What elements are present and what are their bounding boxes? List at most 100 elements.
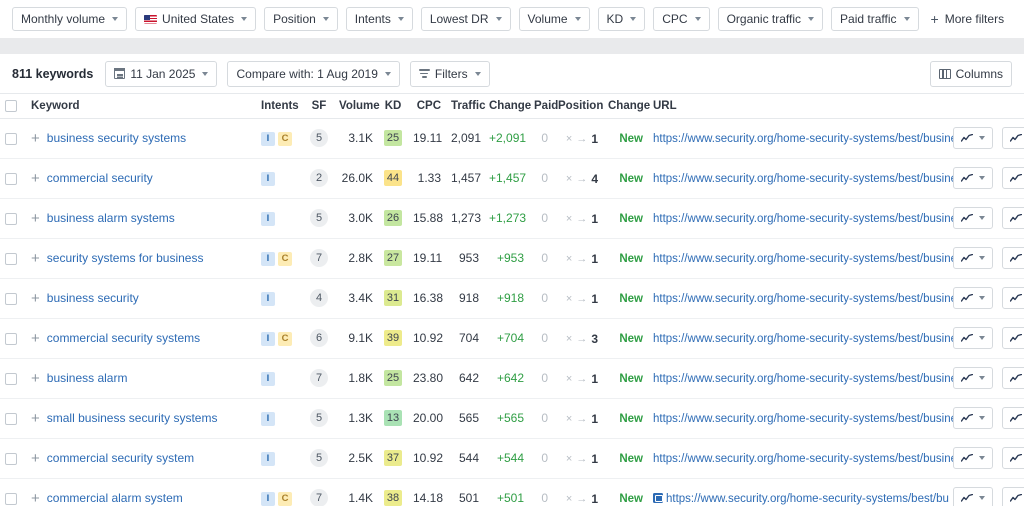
intent-badge-i[interactable]: I — [261, 331, 275, 346]
url-link[interactable]: https://www.security.org/home-security-s… — [653, 413, 972, 425]
keyword-link[interactable]: commercial security systems — [47, 331, 200, 345]
row-checkbox[interactable] — [5, 292, 17, 305]
sf-value[interactable]: 5 — [310, 129, 328, 147]
add-keyword-icon[interactable]: + — [31, 211, 40, 226]
serp-trend-button[interactable] — [953, 487, 993, 506]
more-filters-button[interactable]: + More filters — [927, 7, 1009, 31]
header-sf[interactable]: SF — [304, 94, 334, 119]
intent-badge-i[interactable]: I — [261, 251, 275, 266]
sf-value[interactable]: 5 — [310, 209, 328, 227]
columns-button[interactable]: Columns — [929, 60, 1012, 87]
intent-badge-i[interactable]: I — [261, 171, 275, 186]
url-link[interactable]: https://www.security.org/home-security-s… — [666, 493, 949, 505]
keyword-link[interactable]: commercial security system — [47, 451, 194, 465]
add-keyword-icon[interactable]: + — [31, 251, 40, 266]
intent-badge-i[interactable]: I — [261, 371, 275, 386]
url-link[interactable]: https://www.security.org/home-security-s… — [653, 213, 972, 225]
header-kd[interactable]: KD — [378, 94, 408, 119]
sf-value[interactable]: 2 — [310, 169, 328, 187]
intent-badge-i[interactable]: I — [261, 491, 275, 506]
row-select-cell[interactable] — [0, 118, 26, 159]
header-keyword[interactable]: Keyword — [26, 94, 256, 119]
filter-cpc[interactable]: CPC — [653, 7, 710, 31]
keyword-link[interactable]: security systems for business — [47, 251, 204, 265]
url-link[interactable]: https://www.security.org/home-security-s… — [653, 253, 972, 265]
row-select-cell[interactable] — [0, 158, 26, 199]
sf-value[interactable]: 5 — [310, 409, 328, 427]
serp-overview-button[interactable] — [1002, 167, 1024, 189]
header-traffic[interactable]: Traffic — [446, 94, 486, 119]
add-keyword-icon[interactable]: + — [31, 491, 40, 506]
serp-trend-button[interactable] — [953, 207, 993, 229]
keyword-link[interactable]: small business security systems — [47, 411, 218, 425]
serp-overview-button[interactable] — [1002, 207, 1024, 229]
sf-value[interactable]: 5 — [310, 449, 328, 467]
add-keyword-icon[interactable]: + — [31, 411, 40, 426]
row-checkbox[interactable] — [5, 492, 17, 505]
row-checkbox[interactable] — [5, 252, 17, 265]
row-checkbox[interactable] — [5, 132, 17, 145]
header-position[interactable]: Position — [553, 94, 603, 119]
header-url[interactable]: URL — [648, 94, 948, 119]
sf-value[interactable]: 4 — [310, 289, 328, 307]
row-checkbox[interactable] — [5, 212, 17, 225]
intent-badge-c[interactable]: C — [278, 131, 292, 146]
intent-badge-i[interactable]: I — [261, 411, 275, 426]
intent-badge-i[interactable]: I — [261, 211, 275, 226]
keyword-link[interactable]: business security — [47, 291, 139, 305]
sf-value[interactable]: 7 — [310, 489, 328, 506]
intent-badge-i[interactable]: I — [261, 451, 275, 466]
serp-overview-button[interactable] — [1002, 447, 1024, 469]
filter-kd[interactable]: KD — [597, 7, 646, 31]
row-select-cell[interactable] — [0, 358, 26, 399]
header-cpc[interactable]: CPC — [408, 94, 446, 119]
row-select-cell[interactable] — [0, 478, 26, 506]
row-select-cell[interactable] — [0, 278, 26, 319]
row-select-cell[interactable] — [0, 198, 26, 239]
header-paid[interactable]: Paid — [529, 94, 558, 119]
url-link[interactable]: https://www.security.org/home-security-s… — [653, 293, 972, 305]
row-select-cell[interactable] — [0, 398, 26, 439]
serp-overview-button[interactable] — [1002, 407, 1024, 429]
serp-overview-button[interactable] — [1002, 327, 1024, 349]
intent-badge-i[interactable]: I — [261, 131, 275, 146]
serp-overview-button[interactable] — [1002, 247, 1024, 269]
date-picker-button[interactable]: 11 Jan 2025 — [105, 60, 218, 87]
filters-button[interactable]: Filters — [409, 60, 490, 87]
keyword-link[interactable]: business alarm — [47, 371, 128, 385]
select-all-checkbox[interactable] — [5, 99, 17, 112]
serp-trend-button[interactable] — [953, 287, 993, 309]
row-select-cell[interactable] — [0, 438, 26, 479]
url-link[interactable]: https://www.security.org/home-security-s… — [653, 173, 972, 185]
filter-intents[interactable]: Intents — [345, 7, 413, 31]
filter-country[interactable]: United States — [135, 7, 257, 31]
filter-lowest-dr[interactable]: Lowest DR — [420, 7, 511, 31]
filter-organic-traffic[interactable]: Organic traffic — [717, 7, 824, 31]
url-link[interactable]: https://www.security.org/home-security-s… — [653, 333, 972, 345]
add-keyword-icon[interactable]: + — [31, 291, 40, 306]
url-link[interactable]: https://www.security.org/home-security-s… — [653, 133, 972, 145]
header-intents[interactable]: Intents — [256, 94, 304, 119]
row-select-cell[interactable] — [0, 318, 26, 359]
sf-value[interactable]: 6 — [310, 329, 328, 347]
header-volume[interactable]: Volume — [334, 94, 380, 119]
row-checkbox[interactable] — [5, 332, 17, 345]
intent-badge-i[interactable]: I — [261, 291, 275, 306]
row-checkbox[interactable] — [5, 372, 17, 385]
serp-overview-button[interactable] — [1002, 127, 1024, 149]
row-checkbox[interactable] — [5, 172, 17, 185]
serp-trend-button[interactable] — [953, 447, 993, 469]
filter-monthly-volume[interactable]: Monthly volume — [12, 7, 128, 31]
serp-trend-button[interactable] — [953, 127, 993, 149]
keyword-link[interactable]: commercial alarm system — [47, 491, 183, 505]
add-keyword-icon[interactable]: + — [31, 331, 40, 346]
serp-trend-button[interactable] — [953, 327, 993, 349]
row-checkbox[interactable] — [5, 452, 17, 465]
add-keyword-icon[interactable]: + — [31, 171, 40, 186]
keyword-link[interactable]: commercial security — [47, 171, 153, 185]
add-keyword-icon[interactable]: + — [31, 131, 40, 146]
url-link[interactable]: https://www.security.org/home-security-s… — [653, 453, 972, 465]
intent-badge-c[interactable]: C — [278, 331, 292, 346]
serp-overview-button[interactable] — [1002, 367, 1024, 389]
serp-overview-button[interactable] — [1002, 287, 1024, 309]
